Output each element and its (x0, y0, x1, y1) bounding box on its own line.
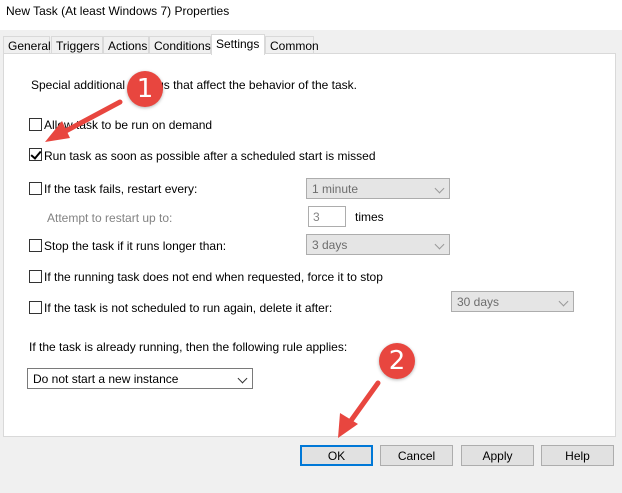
force-stop-checkbox[interactable] (29, 270, 42, 283)
tab-general[interactable]: General (3, 36, 51, 54)
restart-attempts-input[interactable]: 3 (308, 206, 346, 227)
run-asap-label: Run task as soon as possible after a sch… (44, 149, 376, 163)
tab-conditions[interactable]: Conditions (149, 36, 211, 54)
stop-duration-value: 3 days (312, 238, 348, 252)
allow-on-demand-label: Allow task to be run on demand (44, 118, 213, 132)
apply-button[interactable]: Apply (461, 445, 534, 466)
restart-attempts-unit: times (355, 210, 384, 224)
chevron-down-icon (434, 183, 445, 194)
stop-duration-dropdown[interactable]: 3 days (306, 234, 450, 255)
delete-after-label: If the task is not scheduled to run agai… (44, 301, 333, 315)
run-asap-checkbox[interactable] (29, 148, 42, 161)
running-rule-label: If the task is already running, then the… (29, 340, 348, 354)
settings-description: Special additional settings that affect … (31, 78, 357, 92)
delete-after-checkbox[interactable] (29, 301, 42, 314)
tab-actions[interactable]: Actions (103, 36, 149, 54)
delete-after-dropdown[interactable]: 30 days (451, 291, 574, 312)
running-rule-value: Do not start a new instance (33, 372, 179, 386)
restart-interval-dropdown[interactable]: 1 minute (306, 178, 450, 199)
tab-triggers[interactable]: Triggers (51, 36, 103, 54)
chevron-down-icon (434, 239, 445, 250)
restart-interval-value: 1 minute (312, 182, 359, 196)
stop-if-longer-label: Stop the task if it runs longer than: (44, 239, 227, 253)
ok-button[interactable]: OK (300, 445, 373, 466)
allow-on-demand-checkbox[interactable] (29, 118, 42, 131)
running-rule-dropdown[interactable]: Do not start a new instance (27, 368, 253, 389)
chevron-down-icon (237, 373, 248, 384)
tab-settings[interactable]: Settings (211, 34, 265, 55)
annotation-badge-2: 2 (379, 343, 415, 379)
title-bar: New Task (At least Windows 7) Properties (0, 0, 622, 30)
annotation-badge-1: 1 (127, 71, 163, 107)
window-title: New Task (At least Windows 7) Properties (6, 4, 230, 18)
cancel-button[interactable]: Cancel (380, 445, 453, 466)
force-stop-label: If the running task does not end when re… (44, 270, 383, 284)
help-button[interactable]: Help (541, 445, 614, 466)
chevron-down-icon (558, 296, 569, 307)
stop-if-longer-checkbox[interactable] (29, 239, 42, 252)
tab-common[interactable]: Common (265, 36, 319, 54)
delete-after-value: 30 days (457, 295, 500, 309)
restart-on-fail-label: If the task fails, restart every: (44, 182, 198, 196)
restart-on-fail-checkbox[interactable] (29, 182, 42, 195)
restart-attempts-label: Attempt to restart up to: (47, 211, 173, 225)
